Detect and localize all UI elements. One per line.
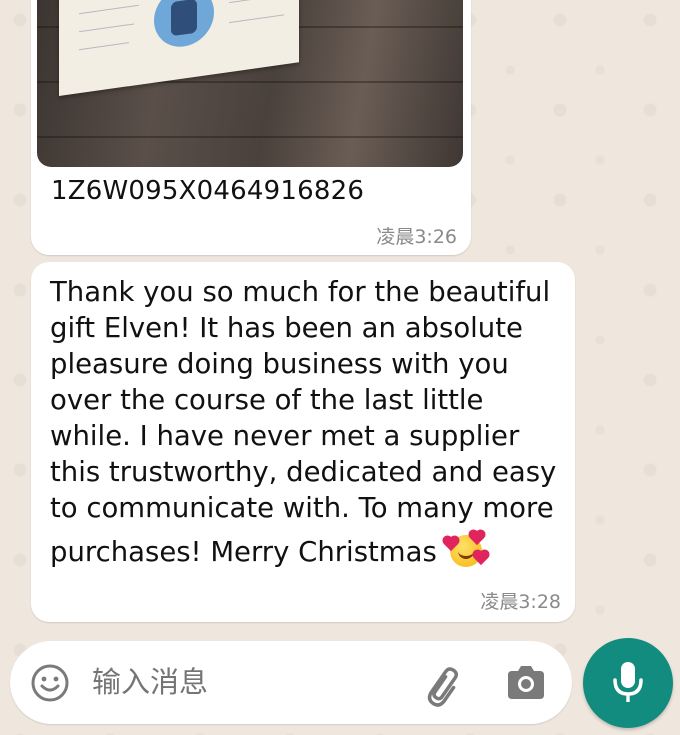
message-text: Thank you so much for the beautiful gift…: [50, 274, 557, 570]
message-line: to communicate with. To many more: [50, 492, 554, 524]
message-line: Thank you so much for the beautiful: [50, 276, 551, 308]
heart-icon: [473, 550, 488, 566]
chat-area[interactable]: 1Z6W095X0464916826 凌晨3:26 Thank you so m…: [0, 0, 680, 635]
message-timestamp: 凌晨3:28: [480, 591, 561, 613]
message-line: gift Elven! It has been an absolute: [50, 312, 523, 344]
smiling-face-with-hearts-icon: [443, 530, 488, 567]
message-timestamp: 凌晨3:26: [376, 226, 457, 248]
message-input[interactable]: [92, 665, 392, 699]
emoji-icon[interactable]: [30, 663, 70, 703]
paperclip-icon[interactable]: [423, 663, 467, 707]
message-line: purchases! Merry Christmas: [50, 536, 437, 568]
message-line: over the course of the last little: [50, 384, 484, 416]
card-handwriting: [79, 23, 134, 33]
message-bubble-text[interactable]: Thank you so much for the beautiful gift…: [31, 262, 575, 622]
card-robot-illustration: [154, 0, 214, 51]
wood-plank-line: [37, 136, 463, 138]
message-composer[interactable]: [10, 641, 572, 724]
tracking-number: 1Z6W095X0464916826: [51, 176, 365, 206]
card-handwriting: [79, 4, 139, 15]
message-photo[interactable]: [37, 0, 463, 167]
message-line: pleasure doing business with you: [50, 348, 509, 380]
camera-icon[interactable]: [504, 663, 548, 703]
card-handwriting: [229, 0, 279, 4]
voice-message-button[interactable]: [583, 638, 673, 728]
heart-icon: [469, 530, 484, 546]
card-handwriting: [79, 42, 129, 51]
message-bubble-photo[interactable]: 1Z6W095X0464916826 凌晨3:26: [31, 0, 471, 255]
microphone-icon: [613, 662, 643, 702]
message-line: while. I have never met a supplier: [50, 420, 520, 452]
message-line-last: purchases! Merry Christmas: [50, 530, 557, 570]
card-handwriting: [229, 14, 284, 24]
heart-icon: [443, 536, 458, 552]
message-line: this trustworthy, dedicated and easy: [50, 456, 557, 488]
